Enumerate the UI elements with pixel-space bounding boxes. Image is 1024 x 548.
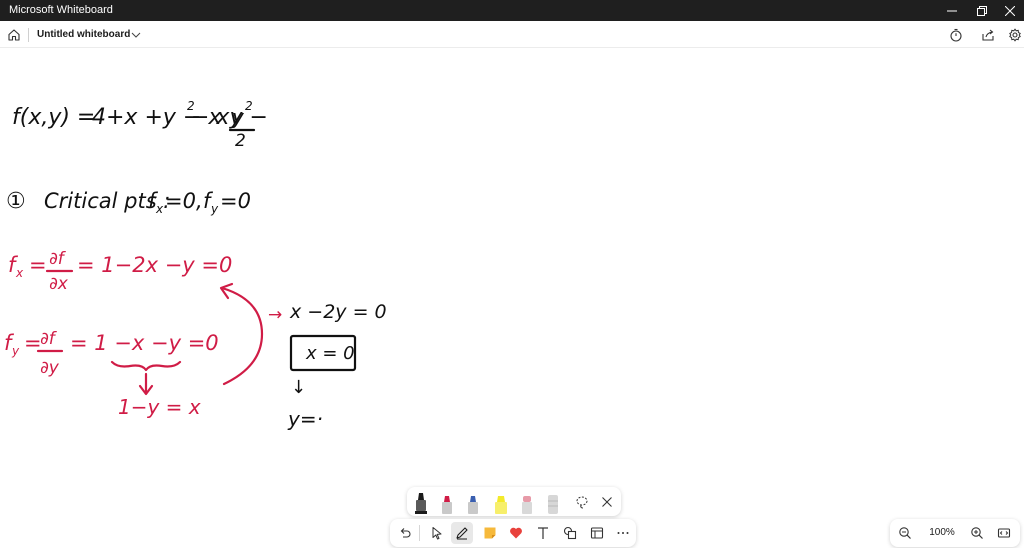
ink-function-frac-num: y xyxy=(231,105,245,129)
toolbar-divider xyxy=(419,525,420,541)
share-button[interactable] xyxy=(977,24,999,46)
pink-pen[interactable] xyxy=(519,491,535,514)
ink-right-arrow: → xyxy=(268,305,282,325)
app-title: Microsoft Whiteboard xyxy=(9,4,113,16)
ink-critical-fy-rest: =0 xyxy=(220,189,251,213)
ink-curved-arrow xyxy=(220,286,264,386)
ink-right-equation: x −2y = 0 xyxy=(289,301,387,323)
main-toolbar xyxy=(390,519,636,547)
ink-function-frac-den: 2 xyxy=(235,131,246,151)
sticky-note-tool[interactable] xyxy=(479,522,501,544)
heart-icon xyxy=(510,527,522,539)
app-header: Untitled whiteboard xyxy=(0,21,1024,48)
pen-tray xyxy=(407,487,621,516)
ink-layer: f(x,y) = 4+x +y − x 2 − xy − y 2 2 ① Cri… xyxy=(4,99,387,431)
text-tool[interactable] xyxy=(532,522,554,544)
ink-boxed-answer: x = 0 xyxy=(305,343,355,364)
fit-to-screen-button[interactable] xyxy=(993,522,1015,544)
home-button[interactable] xyxy=(3,24,25,46)
ink-function-lhs: f(x,y) = xyxy=(12,105,95,130)
templates-icon xyxy=(590,527,604,539)
zoom-out-button[interactable] xyxy=(894,522,916,544)
pink-pen-icon xyxy=(522,496,532,514)
pen-icon xyxy=(456,527,468,540)
zoom-in-button[interactable] xyxy=(966,522,988,544)
zoom-in-icon xyxy=(971,527,983,539)
timer-icon xyxy=(950,28,962,42)
ink-step-number: ① xyxy=(6,189,26,214)
ink-fy-num: ∂f xyxy=(40,329,58,349)
eraser[interactable] xyxy=(545,491,561,514)
close-window-button[interactable] xyxy=(993,0,1024,21)
header-divider xyxy=(28,28,29,42)
blue-pen[interactable] xyxy=(465,491,481,514)
settings-button[interactable] xyxy=(1004,24,1024,46)
templates-tool[interactable] xyxy=(586,522,608,544)
ink-underbrace xyxy=(110,360,182,372)
black-pen-icon xyxy=(415,493,427,514)
ink-fy-sub: y xyxy=(11,344,20,358)
black-pen[interactable] xyxy=(413,491,429,514)
title-bar: Microsoft Whiteboard xyxy=(0,0,1024,21)
highlighter[interactable] xyxy=(493,491,509,514)
ink-fx-rhs: = 1−2x −y =0 xyxy=(77,253,232,277)
ink-fx-eq: = xyxy=(29,253,47,277)
ink-critical-fx-sub: x xyxy=(155,202,164,216)
ink-fy-derived: 1−y = x xyxy=(118,395,201,419)
reactions-tool[interactable] xyxy=(505,522,527,544)
cursor-icon xyxy=(432,527,442,540)
highlighter-icon xyxy=(495,496,507,514)
minimize-icon xyxy=(947,10,957,11)
red-pen[interactable] xyxy=(439,491,455,514)
ink-y-partial: y=· xyxy=(287,407,323,431)
ink-fx-sub: x xyxy=(15,266,24,280)
inking-tool[interactable] xyxy=(451,522,473,544)
text-icon xyxy=(538,527,548,539)
home-icon xyxy=(8,29,20,41)
ink-down-arrow: ↓ xyxy=(291,377,306,398)
zoom-level[interactable]: 100% xyxy=(924,527,960,538)
ink-fx-num: ∂f xyxy=(49,249,67,269)
lasso-button[interactable] xyxy=(572,492,592,512)
ink-critical-fx-rest: =0, xyxy=(165,189,203,213)
undo-icon xyxy=(400,528,411,538)
close-tray-button[interactable] xyxy=(597,492,617,512)
document-title[interactable]: Untitled whiteboard xyxy=(37,29,130,40)
ink-function-frac-sup: 2 xyxy=(245,99,253,113)
red-pen-icon xyxy=(442,496,452,514)
sticky-note-icon xyxy=(484,527,496,539)
zoom-out-icon xyxy=(899,527,911,539)
lasso-icon xyxy=(576,496,588,509)
ink-function-mid: − xy − xyxy=(191,105,268,130)
more-options-button[interactable] xyxy=(612,522,634,544)
zoom-control: 100% xyxy=(890,519,1020,547)
share-icon xyxy=(982,29,994,41)
shapes-icon xyxy=(563,526,577,540)
eraser-icon xyxy=(548,495,558,514)
shapes-tool[interactable] xyxy=(559,522,581,544)
undo-button[interactable] xyxy=(394,522,416,544)
chevron-down-icon xyxy=(131,32,141,38)
ink-critical-fy-sub: y xyxy=(210,202,219,216)
restore-icon xyxy=(977,5,987,16)
document-title-dropdown[interactable] xyxy=(131,28,143,42)
select-tool[interactable] xyxy=(426,522,448,544)
blue-pen-icon xyxy=(468,496,478,514)
close-icon xyxy=(1005,5,1015,16)
close-icon xyxy=(602,497,612,507)
ink-fy-rhs: = 1 −x −y =0 xyxy=(70,331,219,355)
gear-icon xyxy=(1009,28,1021,42)
fit-screen-icon xyxy=(997,528,1011,538)
ink-fy-den: ∂y xyxy=(40,358,60,378)
ink-fx-den: ∂x xyxy=(49,274,69,294)
timer-button[interactable] xyxy=(945,24,967,46)
minimize-button[interactable] xyxy=(935,0,969,21)
whiteboard-canvas[interactable]: f(x,y) = 4+x +y − x 2 − xy − y 2 2 ① Cri… xyxy=(0,48,1024,548)
more-icon xyxy=(617,532,629,534)
